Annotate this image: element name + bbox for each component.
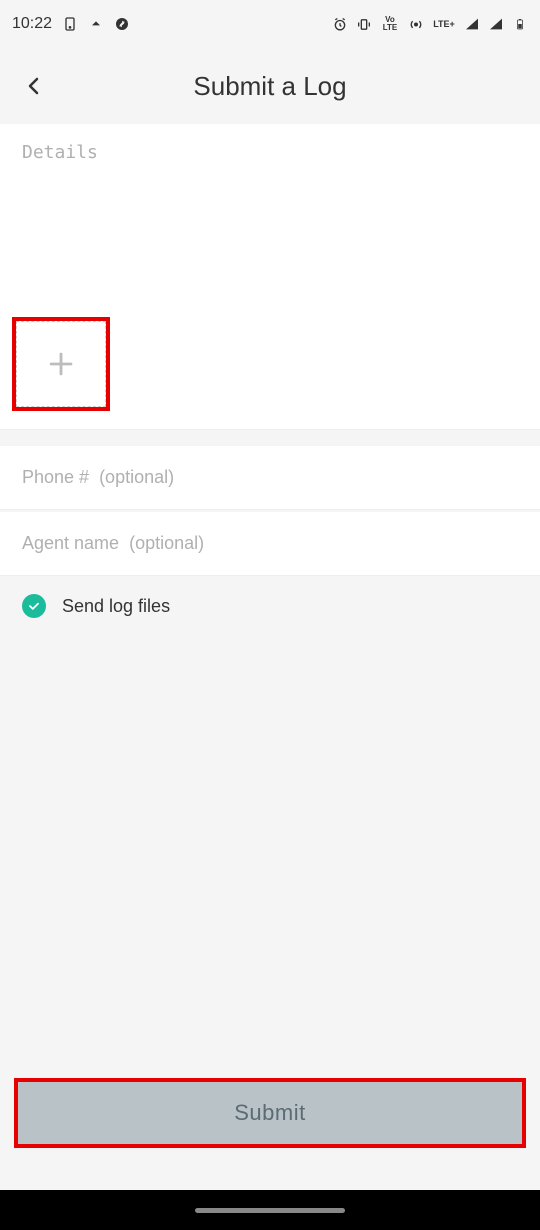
check-icon — [27, 599, 41, 613]
notification-icon-1 — [62, 16, 78, 32]
phone-row — [0, 446, 540, 510]
details-input[interactable] — [22, 142, 518, 282]
agent-name-input[interactable] — [22, 533, 518, 554]
phone-input[interactable] — [22, 467, 518, 488]
checkbox-checked[interactable] — [22, 594, 46, 618]
vibrate-icon — [356, 16, 372, 32]
volte-icon: Vo LTE — [380, 16, 400, 32]
back-button[interactable] — [20, 72, 48, 100]
send-logs-row[interactable]: Send log files — [0, 576, 540, 636]
signal-icon-1 — [464, 16, 480, 32]
status-time: 10:22 — [12, 15, 52, 33]
agent-row — [0, 512, 540, 576]
lte-text: LTE+ — [433, 19, 455, 29]
hotspot-icon — [408, 16, 424, 32]
submit-area: Submit — [0, 1078, 540, 1148]
attachment-highlight — [12, 317, 110, 411]
android-nav-bar — [0, 1190, 540, 1230]
lte-label: LTE+ — [432, 16, 456, 32]
battery-icon — [512, 16, 528, 32]
submit-highlight: Submit — [14, 1078, 526, 1148]
details-section — [0, 124, 540, 305]
submit-button[interactable]: Submit — [18, 1082, 522, 1144]
signal-icon-2 — [488, 16, 504, 32]
page-title: Submit a Log — [20, 71, 520, 102]
nav-handle[interactable] — [195, 1208, 345, 1213]
send-logs-label: Send log files — [62, 596, 170, 617]
volte-text: Vo LTE — [380, 16, 400, 32]
plus-icon — [44, 347, 78, 381]
attachment-section — [0, 305, 540, 430]
add-attachment-button[interactable] — [16, 321, 106, 407]
chevron-left-icon — [22, 74, 46, 98]
chevron-up-icon — [88, 16, 104, 32]
status-bar: 10:22 Vo LTE LTE+ — [0, 0, 540, 48]
alarm-icon — [332, 16, 348, 32]
shazam-icon — [114, 16, 130, 32]
app-header: Submit a Log — [0, 48, 540, 124]
